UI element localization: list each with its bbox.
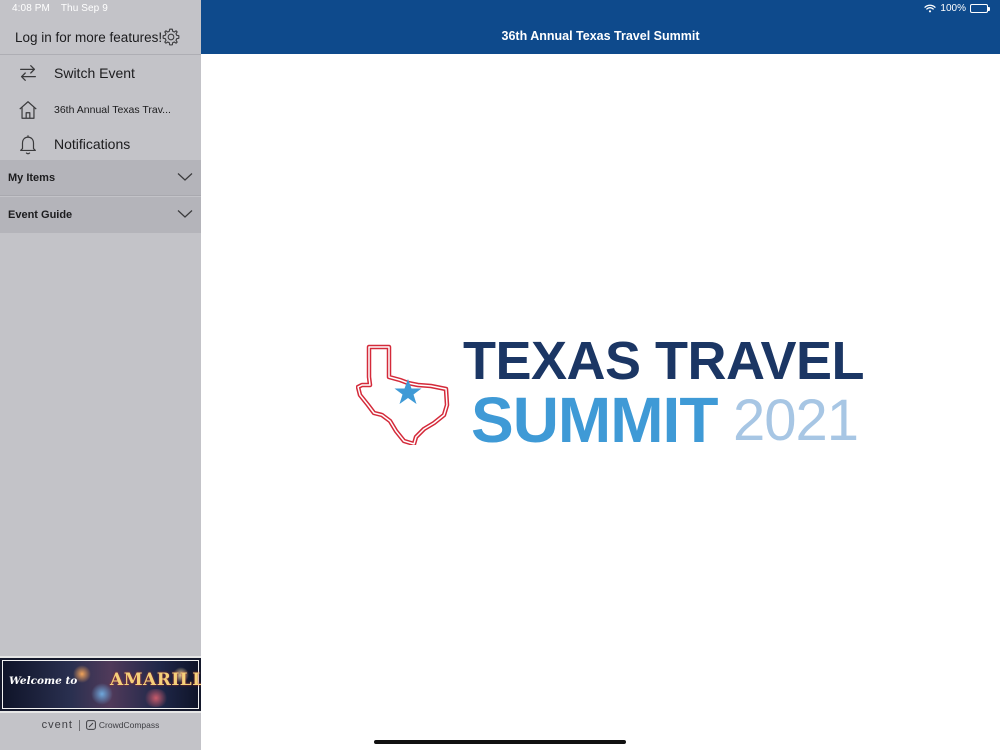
banner-light bbox=[143, 689, 169, 707]
section-my-items[interactable]: My Items bbox=[0, 160, 201, 196]
cvent-logo: cvent bbox=[41, 719, 73, 731]
logo-year: 2021 bbox=[733, 388, 859, 453]
chevron-down-icon bbox=[177, 173, 193, 181]
sidebar-item-label: Notifications bbox=[54, 135, 131, 152]
page-title: 36th Annual Texas Travel Summit bbox=[501, 29, 700, 43]
chevron-down-icon bbox=[177, 210, 193, 218]
sidebar-item-notifications[interactable]: Notifications bbox=[0, 126, 201, 161]
sponsor-banner[interactable]: Welcome to AMARILLO bbox=[0, 656, 201, 713]
section-label: Event Guide bbox=[8, 209, 73, 221]
sidebar-item-label: 36th Annual Texas Trav... bbox=[54, 103, 171, 116]
section-event-guide[interactable]: Event Guide bbox=[0, 197, 201, 233]
home-icon bbox=[19, 100, 37, 119]
login-prompt[interactable]: Log in for more features! bbox=[15, 30, 162, 45]
app-header: 100% 36th Annual Texas Travel Summit bbox=[201, 0, 1000, 54]
battery-icon bbox=[970, 4, 990, 13]
logo-title-line2: SUMMIT bbox=[471, 384, 718, 456]
crowdcompass-icon bbox=[86, 720, 96, 730]
bell-icon bbox=[20, 134, 36, 154]
crowdcompass-logo: CrowdCompass bbox=[86, 720, 159, 730]
divider bbox=[78, 719, 80, 731]
banner-welcome-text: Welcome to bbox=[9, 675, 78, 687]
battery-percentage: 100% bbox=[940, 3, 966, 14]
switch-arrows-icon bbox=[20, 64, 36, 81]
sidebar-item-event-home[interactable]: 36th Annual Texas Trav... bbox=[0, 92, 201, 127]
sidebar-item-label: Switch Event bbox=[54, 64, 135, 81]
wifi-icon bbox=[924, 4, 937, 13]
texas-star-icon bbox=[356, 344, 450, 445]
status-time: 4:08 PM bbox=[12, 3, 50, 14]
section-label: My Items bbox=[8, 171, 56, 184]
login-prompt-row[interactable]: Log in for more features! bbox=[0, 19, 201, 55]
logo-title-line1: TEXAS TRAVEL bbox=[463, 331, 865, 391]
home-indicator[interactable] bbox=[374, 740, 626, 744]
powered-by-footer: cvent CrowdCompass bbox=[0, 715, 201, 735]
banner-image: Welcome to AMARILLO bbox=[2, 660, 201, 709]
event-logo: TEXAS TRAVEL SUMMIT 2021 bbox=[356, 334, 865, 456]
status-bar-right: 100% bbox=[924, 3, 990, 14]
sidebar-item-switch-event[interactable]: Switch Event bbox=[0, 55, 201, 90]
status-bar-left: 4:08 PM Thu Sep 9 bbox=[12, 3, 108, 14]
event-home-content: TEXAS TRAVEL SUMMIT 2021 bbox=[201, 54, 1000, 750]
sidebar: 4:08 PM Thu Sep 9 Log in for more featur… bbox=[0, 0, 201, 750]
status-date: Thu Sep 9 bbox=[60, 3, 108, 14]
banner-city-text: AMARILLO bbox=[110, 670, 201, 690]
gear-icon[interactable] bbox=[161, 27, 181, 47]
crowdcompass-label: CrowdCompass bbox=[98, 720, 160, 730]
